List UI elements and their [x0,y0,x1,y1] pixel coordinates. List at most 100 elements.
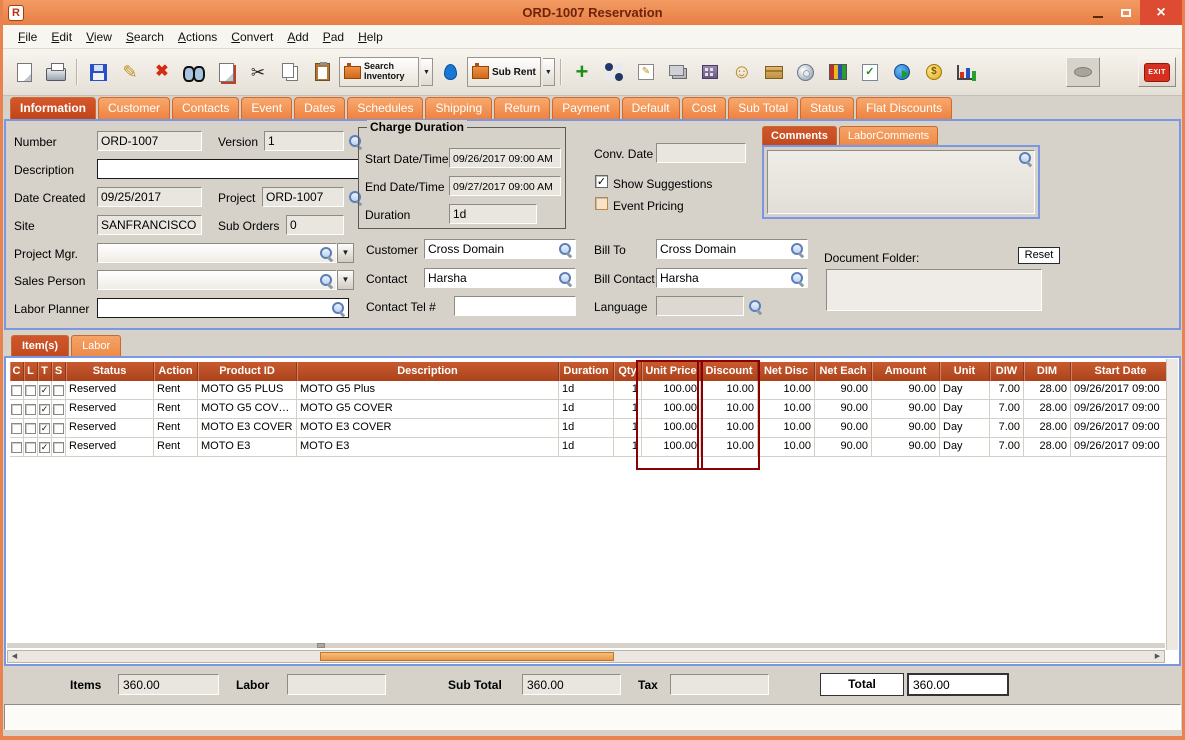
vertical-scrollbar[interactable] [1166,359,1178,650]
menu-edit[interactable]: Edit [44,27,79,47]
row-checkbox-t[interactable]: ✓ [39,423,50,434]
row-checkbox-c[interactable] [11,404,22,415]
package-button[interactable] [759,57,789,87]
labor-planner-search-icon[interactable] [331,301,346,316]
tax-field[interactable] [670,674,769,695]
tab-schedules[interactable]: Schedules [347,97,423,119]
project-field[interactable]: ORD-1007 [262,187,344,207]
contact-search-icon[interactable] [558,271,573,286]
catalog-button[interactable] [823,57,853,87]
tab-status[interactable]: Status [800,97,854,119]
document-folder-box[interactable] [826,269,1042,311]
event-pricing-checkbox[interactable] [595,197,608,210]
table-row[interactable]: ✓ReservedRentMOTO G5 PLUSMOTO G5 Plus1d1… [10,381,1171,400]
column-header-diw[interactable]: DIW [990,362,1024,381]
labor-total-field[interactable] [287,674,386,695]
menu-add[interactable]: Add [280,27,315,47]
row-checkbox-l[interactable] [25,385,36,396]
splitter-handle-icon[interactable] [317,643,325,648]
version-field[interactable]: 1 [264,131,344,151]
maximize-button[interactable] [1112,0,1140,25]
conv-date-field[interactable] [656,143,746,163]
column-header-action[interactable]: Action [154,362,198,381]
horizontal-scrollbar[interactable]: ◀ ▶ [7,650,1165,663]
search-inventory-dropdown[interactable]: ▼ [421,58,433,86]
project-mgr-search-icon[interactable] [319,246,334,261]
show-suggestions-checkbox[interactable]: ✓ [595,175,608,188]
tab-comments[interactable]: Comments [762,126,837,145]
menu-actions[interactable]: Actions [171,27,224,47]
import-button[interactable] [435,57,465,87]
language-search-icon[interactable] [748,299,763,314]
items-total-field[interactable]: 360.00 [118,674,219,695]
table-row[interactable]: ✓ReservedRentMOTO E3 COVERMOTO E3 COVER1… [10,419,1171,438]
row-checkbox-c[interactable] [11,423,22,434]
menu-search[interactable]: Search [119,27,171,47]
export-document-button[interactable] [211,57,241,87]
end-datetime-field[interactable]: 09/27/2017 09:00 AM [449,176,561,196]
print-button[interactable] [41,57,71,87]
column-header-description[interactable]: Description [297,362,559,381]
column-header-net-each[interactable]: Net Each [815,362,872,381]
contact-field[interactable]: Harsha [424,268,576,288]
sub-rent-dropdown[interactable]: ▼ [543,58,555,86]
column-header-product-id[interactable]: Product ID [198,362,297,381]
scrollbar-thumb[interactable] [320,652,614,661]
edit-note-button[interactable]: ✎ [631,57,661,87]
feedback-button[interactable]: ☺ [727,57,757,87]
table-row[interactable]: ✓ReservedRentMOTO E3MOTO E31d1100.0010.0… [10,438,1171,457]
notepad-button[interactable]: ✓ [855,57,885,87]
row-checkbox-s[interactable] [53,385,64,396]
project-mgr-dropdown-button[interactable]: ▼ [337,243,354,263]
bill-contact-search-icon[interactable] [790,271,805,286]
contact-tel-field[interactable] [454,296,576,316]
tab-event[interactable]: Event [241,97,292,119]
tab-labor[interactable]: Labor [71,335,121,356]
tab-payment[interactable]: Payment [552,97,619,119]
tab-dates[interactable]: Dates [294,97,345,119]
company-button[interactable] [695,57,725,87]
table-splitter[interactable] [7,643,1165,648]
customer-field[interactable]: Cross Domain [424,239,576,259]
row-checkbox-c[interactable] [11,385,22,396]
tab-default[interactable]: Default [622,97,680,119]
tab-sub-total[interactable]: Sub Total [728,97,798,119]
row-checkbox-s[interactable] [53,423,64,434]
menu-convert[interactable]: Convert [224,27,280,47]
cards-button[interactable] [663,57,693,87]
tab-labor-comments[interactable]: LaborComments [839,126,938,145]
find-button[interactable] [179,57,209,87]
save-button[interactable] [83,57,113,87]
availability-button[interactable] [599,57,629,87]
number-field[interactable]: ORD-1007 [97,131,202,151]
column-header-dim[interactable]: DIM [1024,362,1071,381]
tab-item-s-[interactable]: Item(s) [11,335,69,356]
duration-field[interactable]: 1d [449,204,537,224]
row-checkbox-t[interactable]: ✓ [39,404,50,415]
row-checkbox-l[interactable] [25,442,36,453]
labor-planner-field[interactable] [97,298,349,318]
exit-button[interactable]: EXIT [1138,57,1176,87]
sales-person-field[interactable] [97,270,337,290]
sales-person-search-icon[interactable] [319,273,334,288]
tab-information[interactable]: Information [10,97,96,119]
reports-button[interactable] [951,57,981,87]
language-field[interactable] [656,296,744,316]
reset-button[interactable]: Reset [1018,247,1060,264]
tab-shipping[interactable]: Shipping [425,97,492,119]
copy-button[interactable] [275,57,305,87]
titlebar[interactable]: R ORD-1007 Reservation × [3,0,1182,25]
column-header-status[interactable]: Status [66,362,154,381]
delete-button[interactable]: ✖ [147,57,177,87]
pricing-button[interactable]: $ [919,57,949,87]
row-checkbox-s[interactable] [53,404,64,415]
sub-orders-field[interactable]: 0 [286,215,344,235]
menu-file[interactable]: File [11,27,44,47]
total-field[interactable]: 360.00 [907,673,1009,696]
cut-button[interactable]: ✂ [243,57,273,87]
search-inventory-button[interactable]: Search Inventory [339,57,419,87]
comments-search-icon[interactable] [1018,151,1033,166]
customer-search-icon[interactable] [558,242,573,257]
column-header-t[interactable]: T [38,362,52,381]
column-header-c[interactable]: C [10,362,24,381]
